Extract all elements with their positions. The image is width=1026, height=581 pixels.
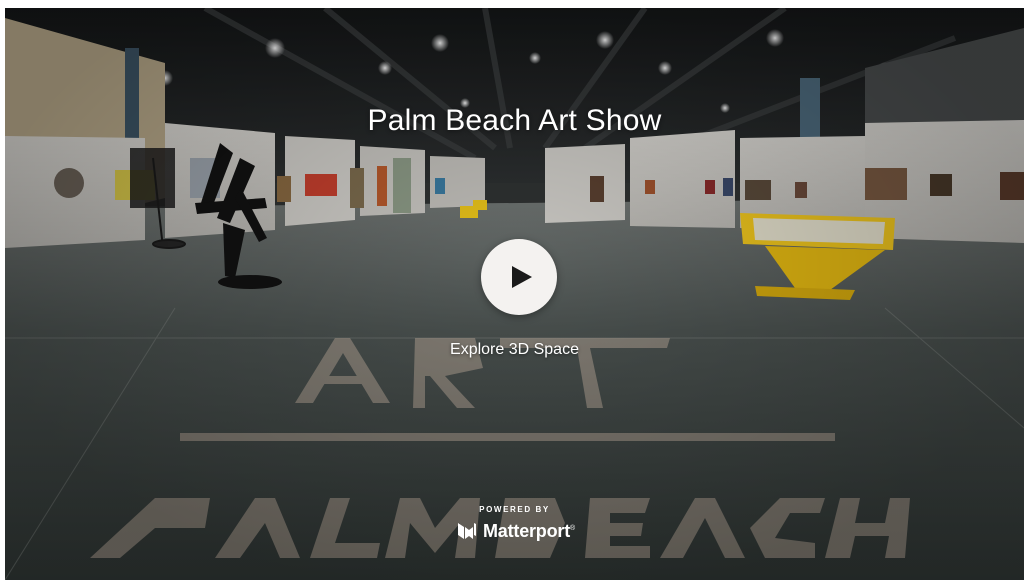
matterport-wordmark: Matterport®	[483, 520, 575, 541]
play-icon	[512, 266, 532, 288]
showcase-title: Palm Beach Art Show	[367, 104, 662, 137]
play-button[interactable]	[481, 239, 557, 315]
powered-by-label: POWERED BY	[479, 505, 550, 514]
matterport-viewer[interactable]: Palm Beach Art Show Explore 3D Space POW…	[5, 8, 1024, 580]
matterport-brand-link[interactable]: Matterport®	[457, 520, 575, 542]
explore-3d-label[interactable]: Explore 3D Space	[5, 341, 1024, 359]
matterport-logo-icon	[458, 523, 476, 539]
